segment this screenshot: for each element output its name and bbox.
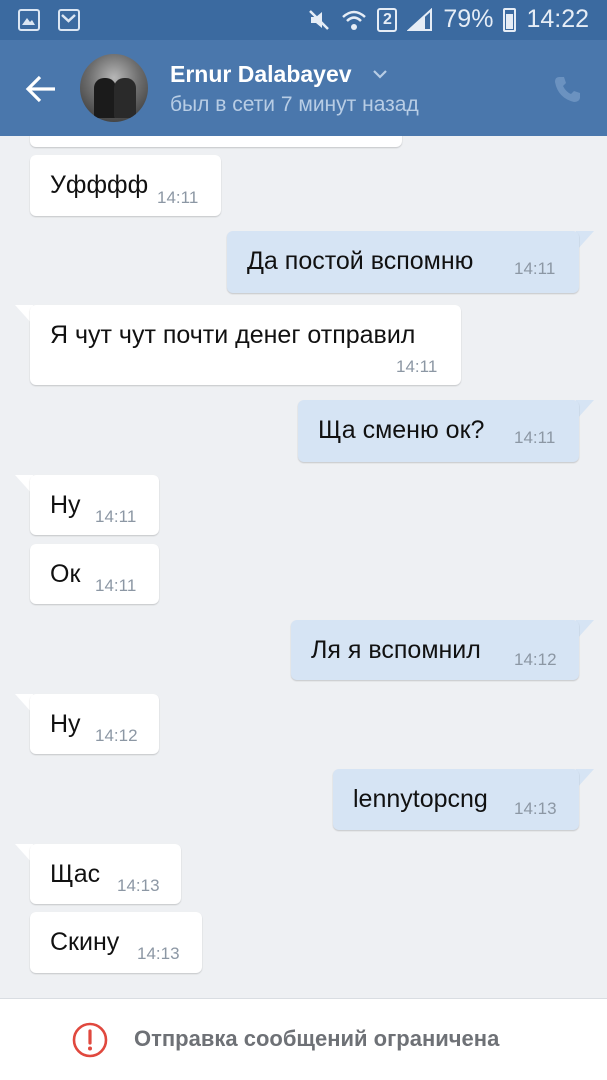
avatar[interactable] [80,54,148,122]
message-time: 14:13 [137,944,180,963]
message-bubble-incoming[interactable]: Уфффф 14:11 [30,155,221,216]
restriction-text: Отправка сообщений ограничена [134,1026,500,1051]
chevron-down-icon[interactable] [372,68,388,80]
message-bubble-outgoing[interactable]: lennytopcng 14:13 [333,769,579,830]
message-bubble-incoming[interactable]: Я чут чут почти денег отправил 14:11 [30,305,461,385]
contact-status: был в сети 7 минут назад [170,93,419,116]
battery-percent: 79% [443,5,494,33]
message-text: Ля я вспомнил [311,636,481,664]
message-text: Ща сменю ок? [318,416,485,444]
clock: 14:22 [526,5,589,33]
message-time: 14:11 [514,428,556,447]
message-text: Ну [50,491,81,519]
phone-icon[interactable] [552,74,582,104]
message-bubble-incoming[interactable]: Ок 14:11 [30,544,159,604]
message-list[interactable]: Уфффф 14:11 Да постой вспомню 14:11 Я чу… [0,136,607,998]
chat-header: Ernur Dalabayev был в сети 7 минут назад [0,40,607,136]
gallery-icon [18,9,40,31]
message-bubble-incoming[interactable]: Ну 14:11 [30,475,159,535]
bubble-tail-outgoing [576,769,594,789]
bubble-tail-outgoing [576,620,594,640]
message-time: 14:11 [95,507,137,526]
message-bubble-incoming[interactable]: Ну 14:12 [30,694,159,754]
message-bubble-incoming[interactable]: Скину 14:13 [30,912,202,973]
bubble-tail-outgoing [576,400,594,420]
back-arrow-icon[interactable] [24,72,58,106]
message-time: 14:11 [514,259,556,278]
wifi-icon [342,10,367,30]
message-bubble-outgoing[interactable]: Ля я вспомнил 14:12 [291,620,579,680]
message-time: 14:13 [117,876,160,895]
message-time: 14:11 [396,357,438,376]
message-bubble-partial [30,136,402,147]
message-text: Ну [50,710,81,738]
message-time: 14:12 [95,726,138,745]
message-time: 14:11 [157,188,199,207]
signal-icon [407,7,433,31]
message-text: Щас [50,860,101,888]
message-text: Уфффф [50,171,149,199]
message-text: Скину [50,928,120,956]
sim-badge: 2 [377,7,398,32]
message-text: Ок [50,560,81,588]
contact-name[interactable]: Ernur Dalabayev [170,61,352,88]
exclamation-circle-icon [72,1022,108,1058]
message-text: lennytopcng [353,785,488,813]
message-time: 14:12 [514,650,557,669]
battery-icon [503,7,517,32]
email-icon [58,9,80,31]
message-time: 14:11 [95,576,137,595]
message-text: Да постой вспомню [247,247,474,275]
mute-icon [309,9,330,30]
restriction-bar: Отправка сообщений ограничена [0,998,607,1080]
status-bar: 2 79% 14:22 [0,0,607,40]
message-text: Я чут чут почти денег отправил [50,321,416,349]
message-bubble-incoming[interactable]: Щас 14:13 [30,844,181,904]
message-bubble-outgoing[interactable]: Ща сменю ок? 14:11 [298,400,579,462]
bubble-tail-outgoing [576,231,594,251]
message-time: 14:13 [514,799,557,818]
message-bubble-outgoing[interactable]: Да постой вспомню 14:11 [227,231,579,293]
